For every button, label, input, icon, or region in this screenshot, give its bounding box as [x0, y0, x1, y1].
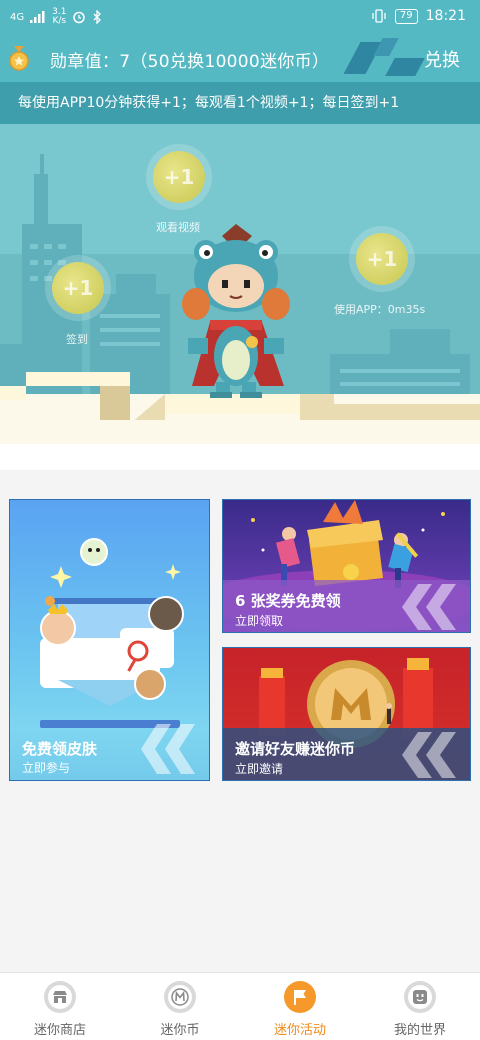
alarm-icon — [73, 11, 86, 24]
status-left: 4G 3.1 K/s — [10, 8, 102, 26]
invite-card-subtitle: 立即邀请 — [235, 762, 284, 776]
medal-header: 勋章值：7（50兑换10000迷你币） 兑换 — [0, 34, 480, 82]
bluetooth-icon — [93, 10, 102, 24]
status-right: 79 18:21 — [371, 8, 466, 24]
chevron-right-icon — [141, 724, 195, 774]
face-icon — [404, 981, 436, 1013]
activity-cards: 免费领皮肤 立即参与 6 张奖券免费领 立即领取 邀请好友赚迷你币 立即邀请 — [0, 470, 480, 972]
mascot-illustration — [182, 224, 290, 398]
earn-rules-hint: 每使用APP10分钟获得+1；每观看1个视频+1；每日签到+1 — [0, 82, 480, 124]
reward-checkin[interactable]: +1 — [45, 255, 111, 321]
invite-friends-card[interactable]: 邀请好友赚迷你币 立即邀请 — [222, 647, 471, 781]
coupon-card[interactable]: 6 张奖券免费领 立即领取 — [222, 499, 471, 633]
tab-mini-coin[interactable]: 迷你币 — [120, 973, 240, 1040]
reward-label: 观看视频 — [156, 221, 200, 234]
flag-icon — [284, 981, 316, 1013]
mini-coin-icon — [164, 981, 196, 1013]
tab-label: 迷你币 — [160, 1023, 200, 1038]
tab-label: 我的世界 — [393, 1023, 446, 1038]
reward-use-app[interactable]: +1 — [349, 226, 415, 292]
free-skin-card[interactable]: 免费领皮肤 立即参与 — [9, 499, 210, 781]
tab-label: 迷你活动 — [273, 1023, 326, 1038]
reward-label: 使用APP：0m35s — [334, 303, 426, 316]
clock: 18:21 — [425, 8, 466, 24]
chevron-right-icon — [402, 732, 456, 778]
tab-label: 迷你商店 — [33, 1023, 86, 1038]
chevron-right-icon — [402, 584, 456, 630]
battery-level: 79 — [394, 8, 418, 24]
bottom-tab-bar: 迷你商店 迷你币 迷你活动 我的世界 — [0, 972, 480, 1040]
signal-icon — [30, 11, 45, 23]
reward-label: 签到 — [66, 333, 88, 346]
network-speed: 3.1 K/s — [52, 7, 67, 26]
tab-mini-shop[interactable]: 迷你商店 — [0, 973, 120, 1040]
header-decoration — [385, 58, 425, 76]
skin-card-title: 免费领皮肤 — [22, 740, 98, 758]
exchange-button[interactable]: 兑换 — [424, 46, 460, 72]
vibrate-icon — [372, 9, 386, 23]
invite-card-title: 邀请好友赚迷你币 — [235, 740, 356, 758]
status-bar: 4G 3.1 K/s 79 18:21 — [0, 0, 480, 34]
coupon-card-subtitle: 立即领取 — [235, 614, 284, 628]
tab-my-world[interactable]: 我的世界 — [360, 973, 480, 1040]
header-decoration — [373, 38, 399, 56]
tab-mini-activity[interactable]: 迷你活动 — [240, 973, 360, 1040]
medal-value-title: 勋章值：7（50兑换10000迷你币） — [50, 52, 330, 72]
coupon-card-title: 6 张奖券免费领 — [235, 592, 341, 610]
reward-scene: +1 观看视频 +1 签到 +1 使用APP：0m35s — [0, 124, 480, 470]
shop-icon — [44, 981, 76, 1013]
reward-watch-video[interactable]: +1 — [146, 144, 212, 210]
medal-icon — [9, 46, 29, 71]
skin-card-subtitle: 立即参与 — [22, 761, 71, 775]
network-indicator: 4G — [10, 11, 25, 23]
